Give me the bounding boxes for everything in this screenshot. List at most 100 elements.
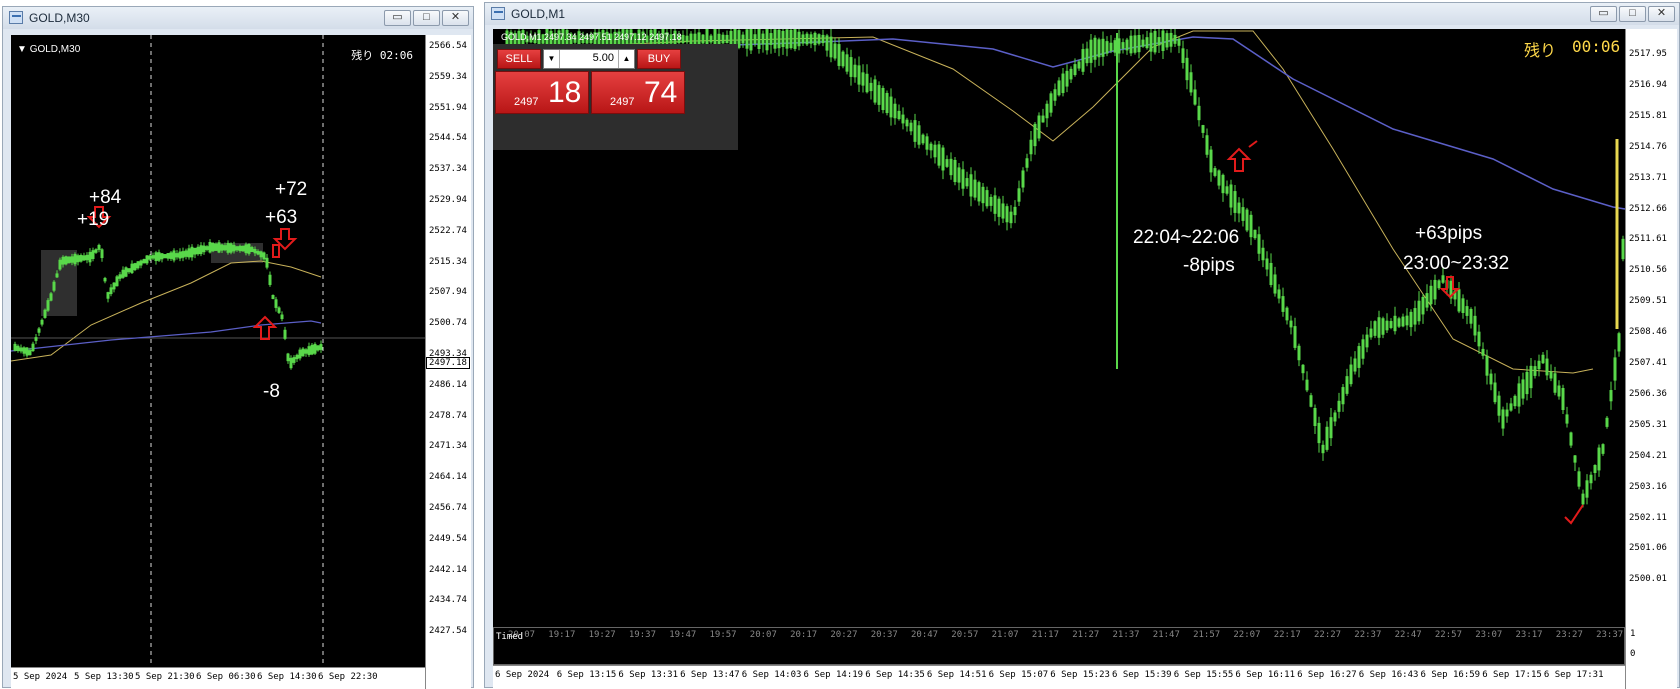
subwindow-tick: 21:17 [1031,630,1059,640]
subwindow-time-labels: 20:07 19:17 19:27 19:37 19:47 19:57 20:07 20:17… [494,630,1624,642]
m1-y-tick: 2501.06 [1629,543,1667,554]
m30-y-tick: 2529.94 [429,195,467,205]
m1-y-tick: 2516.94 [1629,79,1667,90]
left-titlebar[interactable]: GOLD,M30 ▭ □ ✕ [3,7,473,29]
sell-price-pips: 18 [548,76,582,109]
sell-button[interactable]: SELL [497,49,541,69]
sell-price-button[interactable]: 2497 18 [495,71,589,114]
gold-m1-window: GOLD,M1 ▭ □ ✕ 2517.95 2516.94 2515.81 2514.… [484,2,1680,689]
m30-y-tick: 2544.54 [429,133,467,144]
m1-y-tick: 2514.76 [1629,141,1667,152]
m30-y-tick: 2442.14 [429,564,467,575]
lot-size-control[interactable]: ▼ 5.00 ▲ [543,49,635,69]
subwindow-tick: 22:17 [1273,630,1301,640]
subwindow-label: Timed [496,632,524,642]
check-mark-icon [1564,504,1584,525]
m1-x-tick: 6 Sep 13:47 [680,670,740,680]
m1-time-axis[interactable]: 6 Sep 2024 6 Sep 13:15 6 Sep 13:31 6 Sep 13… [493,665,1625,689]
gold-m30-window: GOLD,M30 ▭ □ ✕ ▼ GOLD,M30 残り 02:06 2566.… [2,6,474,689]
m1-x-tick: 6 Sep 17:31 [1543,670,1604,680]
m30-y-tick: 2537.34 [429,164,467,175]
m30-y-tick: 2478.74 [429,410,467,421]
m1-x-tick: 6 Sep 15:23 [1050,670,1110,680]
m1-y-tick: 2504.21 [1629,450,1667,461]
m1-x-tick: 6 Sep 15:07 [988,670,1049,680]
m30-time-axis[interactable]: 5 Sep 2024 5 Sep 13:30 5 Sep 21:30 6 Sep 06… [11,667,425,689]
subwindow-tick: 23:17 [1515,630,1543,640]
m30-x-tick: 6 Sep 06:30 [196,672,256,682]
annotation-plus63: +63 [265,207,298,228]
m30-x-tick: 5 Sep 21:30 [135,672,195,682]
annotation-plus84: +84 [89,187,122,208]
annotation-plus72: +72 [275,179,308,200]
m1-y-tick: 2506.36 [1629,388,1667,399]
m1-x-tick: 6 Sep 13:15 [556,670,617,680]
m1-x-tick: 6 Sep 2024 [495,670,550,680]
left-remaining-time: 残り 02:06 [351,49,413,62]
subwindow-tick: 20:47 [911,630,939,640]
subwindow-tick: 22:57 [1434,630,1462,640]
m1-y-tick: 2512.66 [1629,203,1667,214]
m30-y-tick: 2559.34 [429,71,467,82]
m1-price-axis[interactable]: 2517.95 2516.94 2515.81 2514.76 2513.71 2512.… [1625,29,1677,689]
m1-x-tick: 6 Sep 16:59 [1420,670,1481,680]
subwindow-tick: 21:07 [991,630,1019,640]
m1-y-tick: 2513.71 [1629,172,1667,183]
one-click-trading-panel: GOLD,M1 2497.34 2497.51 2497.12 2497.18 … [493,32,738,150]
lot-size-value[interactable]: 5.00 [562,52,614,64]
subwindow-tick: 22:47 [1394,630,1422,640]
lot-increase-icon[interactable]: ▲ [618,50,634,68]
annotation-time-range-2: 23:00~23:32 [1403,253,1510,274]
subwindow-tick: 22:07 [1233,630,1261,640]
m30-chart-area[interactable]: ▼ GOLD,M30 残り 02:06 2566.54 2559.34 2551.9… [11,35,471,689]
close-button[interactable]: ✕ [1648,6,1675,22]
subwindow-tick: 23:07 [1475,630,1503,640]
lot-decrease-icon[interactable]: ▼ [544,50,560,68]
subwindow-axis: 1 0 [1625,627,1677,665]
sell-price-prefix: 2497 [514,96,539,108]
marker-icon [272,244,280,258]
annotation-minus8pips: -8pips [1183,255,1235,276]
m1-x-tick: 6 Sep 14:03 [741,670,802,680]
annotation-minus8: -8 [263,381,280,402]
subwindow-tick: 22:37 [1354,630,1382,640]
m1-x-tick: 6 Sep 14:19 [803,670,864,680]
m1-chart-area[interactable]: 2517.95 2516.94 2515.81 2514.76 2513.71 2512.… [493,29,1677,689]
subwindow-tick: 19:27 [588,630,616,640]
m1-y-tick: 2511.61 [1629,234,1667,245]
chart-header-text: GOLD,M1 2497.34 2497.51 2497.12 2497.18 [501,32,682,42]
subwindow-tick: 19:57 [709,630,737,640]
subwindow-axis-max: 1 [1630,629,1636,639]
right-remaining-label: 残り [1524,41,1557,60]
subwindow-tick: 23:27 [1555,630,1583,640]
buy-price-prefix: 2497 [610,96,635,108]
subwindow-tick: 19:47 [669,630,697,640]
subwindow-tick: 20:27 [830,630,858,640]
m30-x-tick: 6 Sep 14:30 [257,672,317,682]
right-titlebar[interactable]: GOLD,M1 ▭ □ ✕ [485,3,1679,25]
subwindow-tick: 21:47 [1152,630,1180,640]
subwindow-tick: 22:27 [1314,630,1342,640]
m30-y-tick: 2464.14 [429,472,467,483]
minimize-button[interactable]: ▭ [384,10,411,26]
buy-price-button[interactable]: 2497 74 [591,71,685,114]
up-arrow-icon [252,315,278,340]
m1-y-tick: 2510.56 [1629,265,1667,276]
maximize-button[interactable]: □ [1619,6,1646,22]
maximize-button[interactable]: □ [413,10,440,26]
close-button[interactable]: ✕ [442,10,469,26]
minimize-button[interactable]: ▭ [1590,6,1617,22]
subwindow-tick: 21:57 [1193,630,1221,640]
m30-x-tick: 6 Sep 22:30 [318,672,378,682]
m1-x-tick: 6 Sep 15:39 [1112,670,1172,680]
indicator-subwindow[interactable]: 20:07 19:17 19:27 19:37 19:47 19:57 20:07 20:17… [493,627,1625,665]
subwindow-tick: 23:37 [1596,630,1624,640]
subwindow-tick: 21:37 [1112,630,1140,640]
buy-button[interactable]: BUY [637,49,681,69]
m1-x-tick: 6 Sep 14:51 [926,670,987,680]
chart-menu-triangle-icon[interactable]: ▼ [17,44,27,55]
chart-window-icon [491,7,505,20]
m1-y-tick: 2517.95 [1629,49,1667,59]
m1-y-tick: 2503.16 [1629,481,1667,492]
annotation-plus19: +19 [77,209,110,230]
